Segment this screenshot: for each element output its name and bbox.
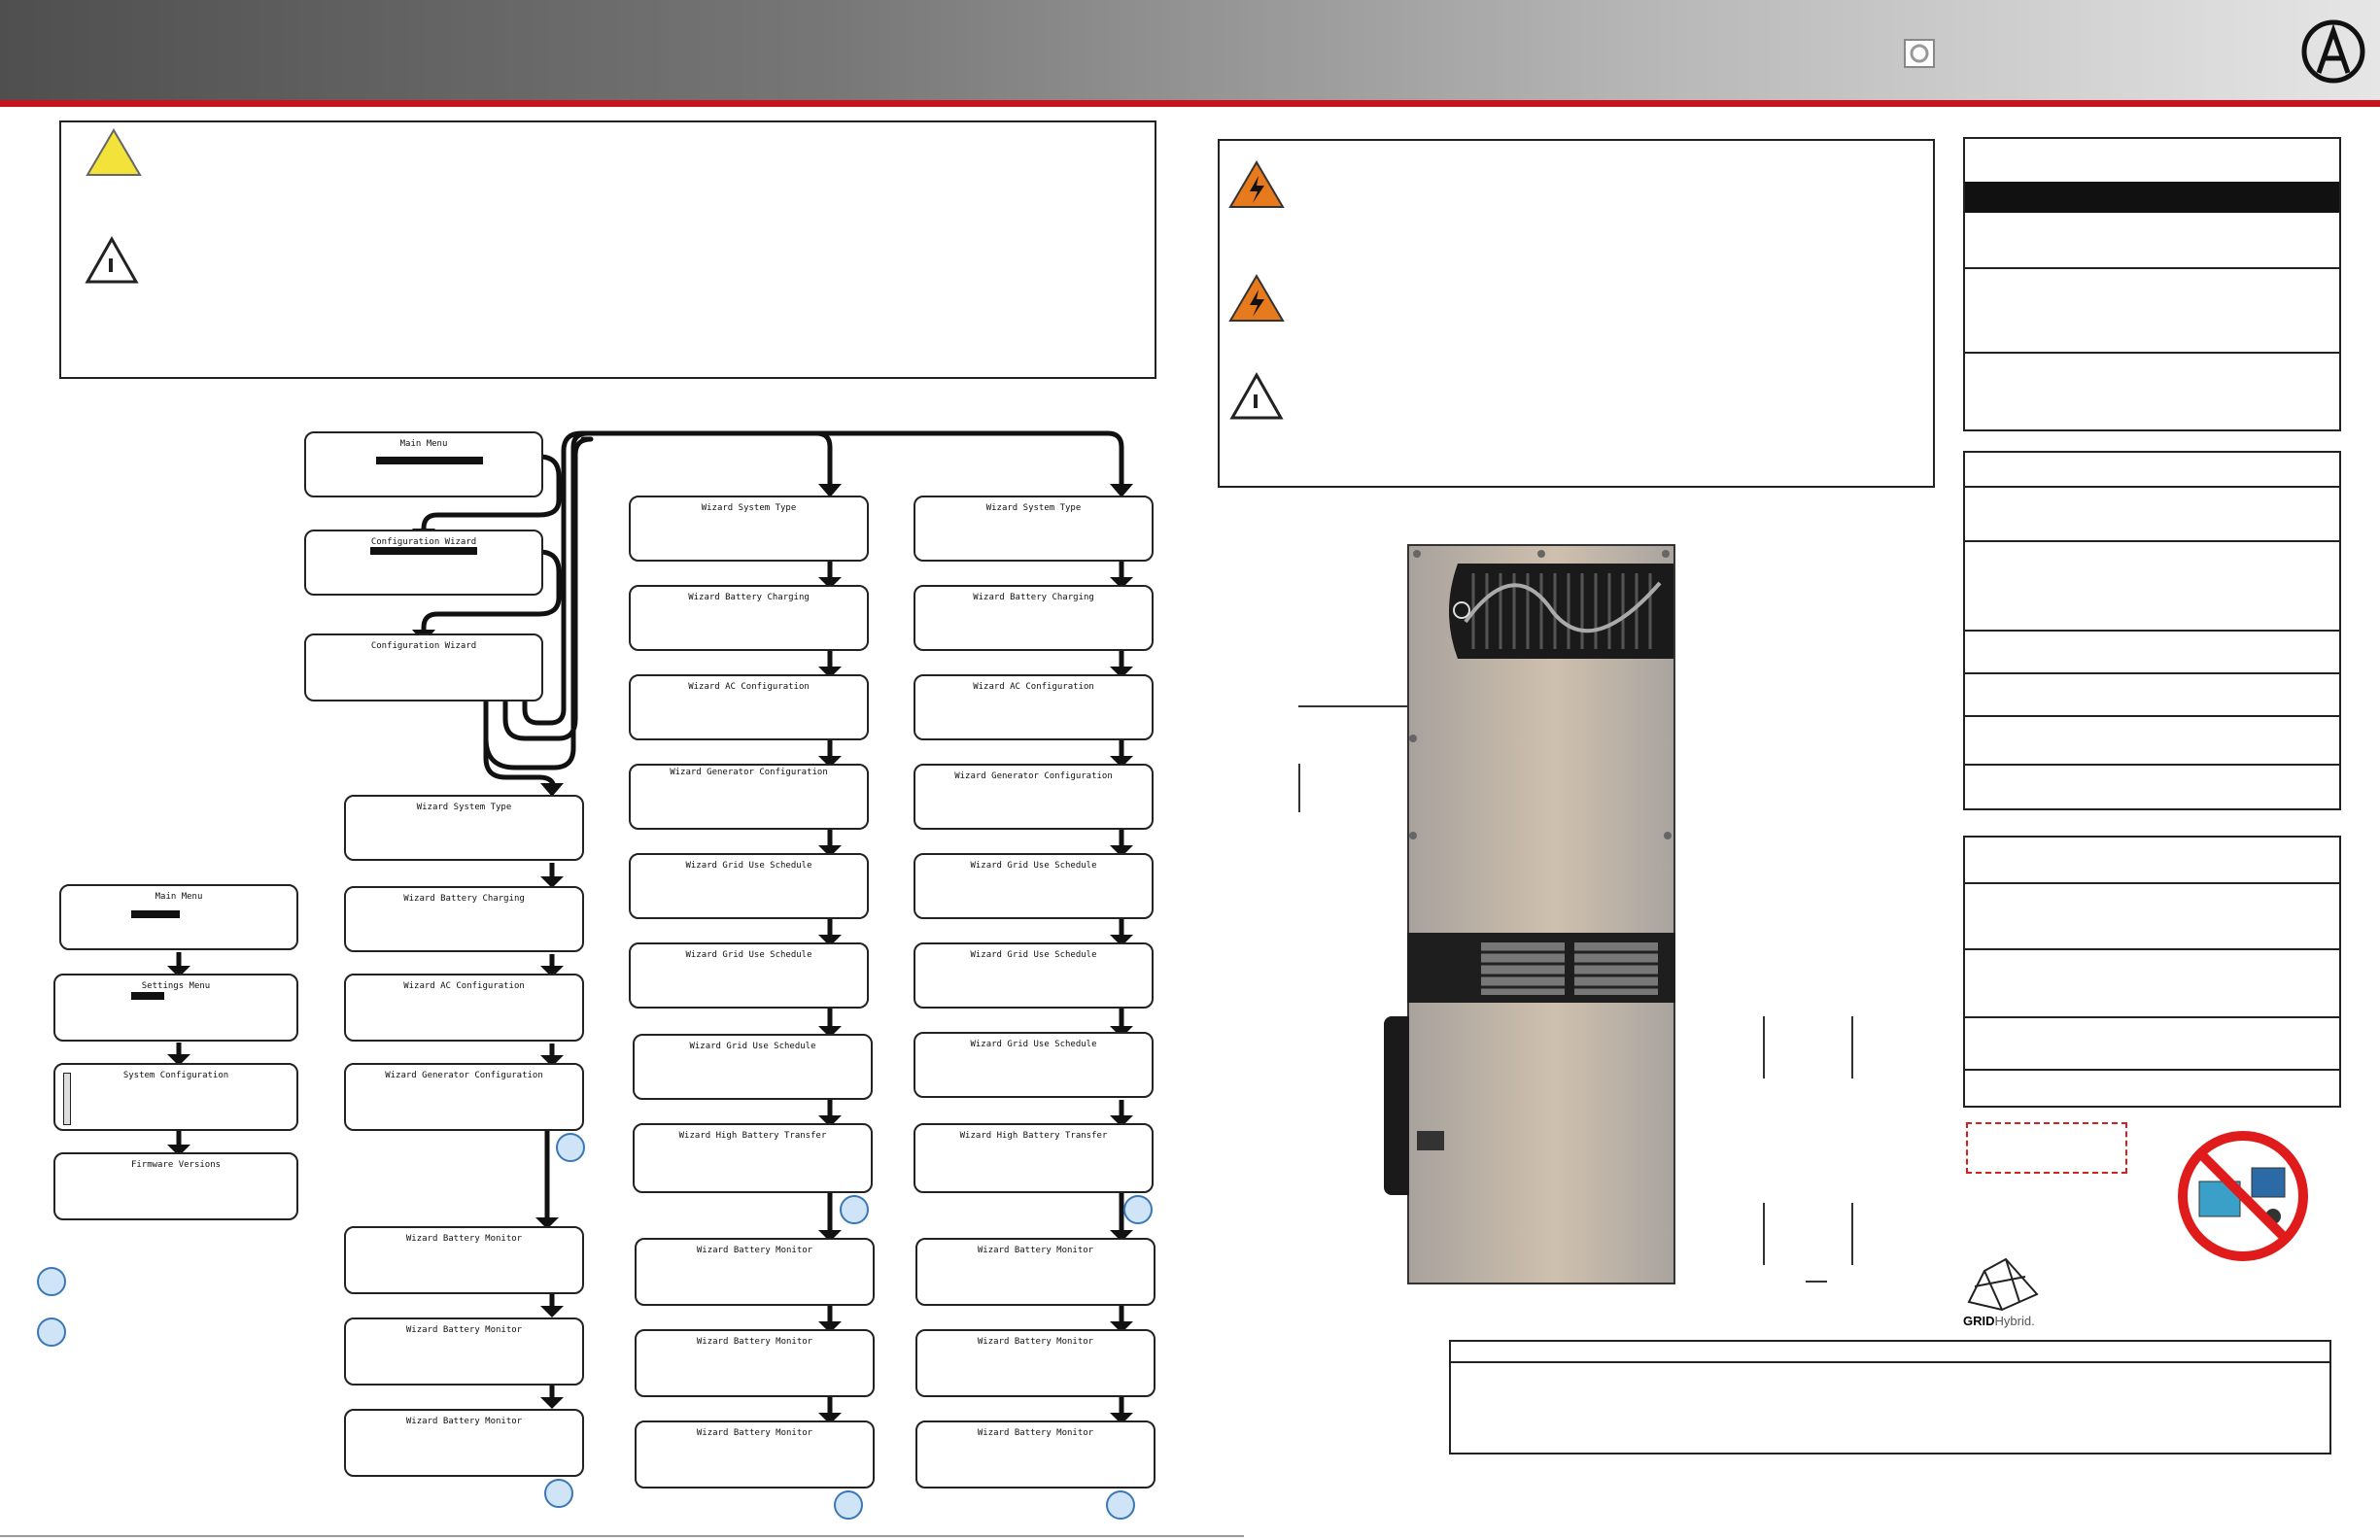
box-title: Configuration Wizard (370, 641, 477, 651)
box-title: Wizard Battery Monitor (977, 1246, 1094, 1255)
footer-rule (0, 1535, 1244, 1537)
wizard-grid-use-schedule-box: Wizard Grid Use Schedule (914, 853, 1154, 919)
wizard-battery-monitor-box: Wizard Battery Monitor (915, 1329, 1156, 1397)
box-title: Wizard Grid Use Schedule (685, 950, 812, 960)
box-title: Wizard Grid Use Schedule (689, 1042, 816, 1051)
wizard-high-battery-transfer-box: Wizard High Battery Transfer (633, 1123, 873, 1193)
box-title: Wizard Battery Charging (403, 894, 525, 904)
scrollbar (63, 1073, 71, 1125)
configuration-wizard-box: Configuration Wizard (304, 633, 543, 702)
wizard-generator-configuration-box: Wizard Generator Configuration (344, 1063, 584, 1131)
wizard-ac-configuration-box: Wizard AC Configuration (629, 674, 869, 740)
box-title: Wizard Battery Charging (688, 593, 810, 602)
box-title: Wizard High Battery Transfer (959, 1131, 1108, 1141)
box-title: Wizard Battery Monitor (405, 1417, 523, 1426)
wizard-battery-monitor-box: Wizard Battery Monitor (344, 1226, 584, 1294)
box-title: Wizard Battery Monitor (977, 1428, 1094, 1438)
box-title: Wizard Battery Monitor (405, 1234, 523, 1244)
wizard-grid-use-schedule-box: Wizard Grid Use Schedule (914, 1032, 1154, 1098)
page-marker (37, 1318, 66, 1347)
box-title: Wizard Battery Monitor (696, 1428, 813, 1438)
wizard-grid-use-schedule-box: Wizard Grid Use Schedule (633, 1034, 873, 1100)
box-title: Wizard Grid Use Schedule (970, 861, 1097, 871)
box-title: Wizard System Type (701, 503, 797, 513)
main-menu-box: Main Menu (304, 431, 543, 497)
page-marker (840, 1195, 869, 1224)
box-title: Wizard Grid Use Schedule (970, 950, 1097, 960)
wizard-battery-charging-box: Wizard Battery Charging (629, 585, 869, 651)
main-menu-box: Main Menu (59, 884, 298, 950)
box-title: Wizard System Type (985, 503, 1082, 513)
page-marker (556, 1133, 585, 1162)
box-title: Firmware Versions (130, 1160, 222, 1170)
wizard-battery-monitor-box: Wizard Battery Monitor (344, 1318, 584, 1386)
wizard-battery-monitor-box: Wizard Battery Monitor (635, 1420, 875, 1489)
wizard-system-type-box: Wizard System Type (344, 795, 584, 861)
box-title: Main Menu (155, 892, 203, 902)
wizard-system-type-box: Wizard System Type (914, 496, 1154, 562)
wizard-battery-monitor-box: Wizard Battery Monitor (915, 1238, 1156, 1306)
wizard-ac-configuration-box: Wizard AC Configuration (344, 974, 584, 1042)
page-marker (1106, 1490, 1135, 1520)
wizard-grid-use-schedule-box: Wizard Grid Use Schedule (914, 942, 1154, 1009)
box-title: Wizard System Type (416, 803, 512, 812)
wizard-battery-monitor-box: Wizard Battery Monitor (635, 1329, 875, 1397)
wizard-ac-configuration-box: Wizard AC Configuration (914, 674, 1154, 740)
wizard-grid-use-schedule-box: Wizard Grid Use Schedule (629, 942, 869, 1009)
box-title: Wizard AC Configuration (688, 682, 810, 692)
box-title: Wizard AC Configuration (403, 981, 525, 991)
box-title: Wizard Battery Monitor (405, 1325, 523, 1335)
wizard-generator-configuration-box: Wizard Generator Configuration (914, 764, 1154, 830)
wizard-generator-configuration-box: Wizard Generator Configuration (629, 764, 869, 830)
menu-highlight-bar (131, 910, 180, 918)
box-title: Wizard Grid Use Schedule (685, 861, 812, 871)
menu-highlight-bar (131, 992, 164, 1000)
wizard-battery-monitor-box: Wizard Battery Monitor (915, 1420, 1156, 1489)
box-title: Wizard High Battery Transfer (678, 1131, 827, 1141)
settings-menu-box: Settings Menu (53, 974, 298, 1042)
box-title: System Configuration (122, 1071, 229, 1080)
box-title: Wizard Grid Use Schedule (970, 1040, 1097, 1049)
box-title: Wizard Generator Configuration (670, 768, 828, 777)
box-title: Settings Menu (141, 981, 211, 991)
wizard-battery-charging-box: Wizard Battery Charging (914, 585, 1154, 651)
box-title: Wizard Battery Monitor (977, 1337, 1094, 1347)
wizard-system-type-box: Wizard System Type (629, 496, 869, 562)
configuration-wizard-box: Configuration Wizard (304, 530, 543, 596)
page-marker (834, 1490, 863, 1520)
flowchart-connectors (167, 430, 1133, 1424)
wizard-battery-monitor-box: Wizard Battery Monitor (344, 1409, 584, 1477)
page-marker (37, 1267, 66, 1296)
wizard-battery-monitor-box: Wizard Battery Monitor (635, 1238, 875, 1306)
page-marker (544, 1479, 573, 1508)
box-title: Main Menu (399, 439, 448, 449)
firmware-versions-box: Firmware Versions (53, 1152, 298, 1220)
wizard-battery-charging-box: Wizard Battery Charging (344, 886, 584, 952)
system-configuration-box: System Configuration (53, 1063, 298, 1131)
wizard-grid-use-schedule-box: Wizard Grid Use Schedule (629, 853, 869, 919)
box-title: Wizard Battery Monitor (696, 1246, 813, 1255)
box-title: Wizard Battery Monitor (696, 1337, 813, 1347)
box-title: Wizard AC Configuration (973, 682, 1094, 692)
menu-highlight-bar (370, 547, 477, 555)
page-marker (1123, 1195, 1153, 1224)
box-title: Wizard Battery Charging (973, 593, 1094, 602)
wizard-high-battery-transfer-box: Wizard High Battery Transfer (914, 1123, 1154, 1193)
box-title: Wizard Generator Configuration (954, 771, 1113, 781)
box-title: Wizard Generator Configuration (385, 1071, 543, 1080)
box-title: Configuration Wizard (370, 537, 477, 547)
menu-highlight-bar (376, 457, 483, 464)
